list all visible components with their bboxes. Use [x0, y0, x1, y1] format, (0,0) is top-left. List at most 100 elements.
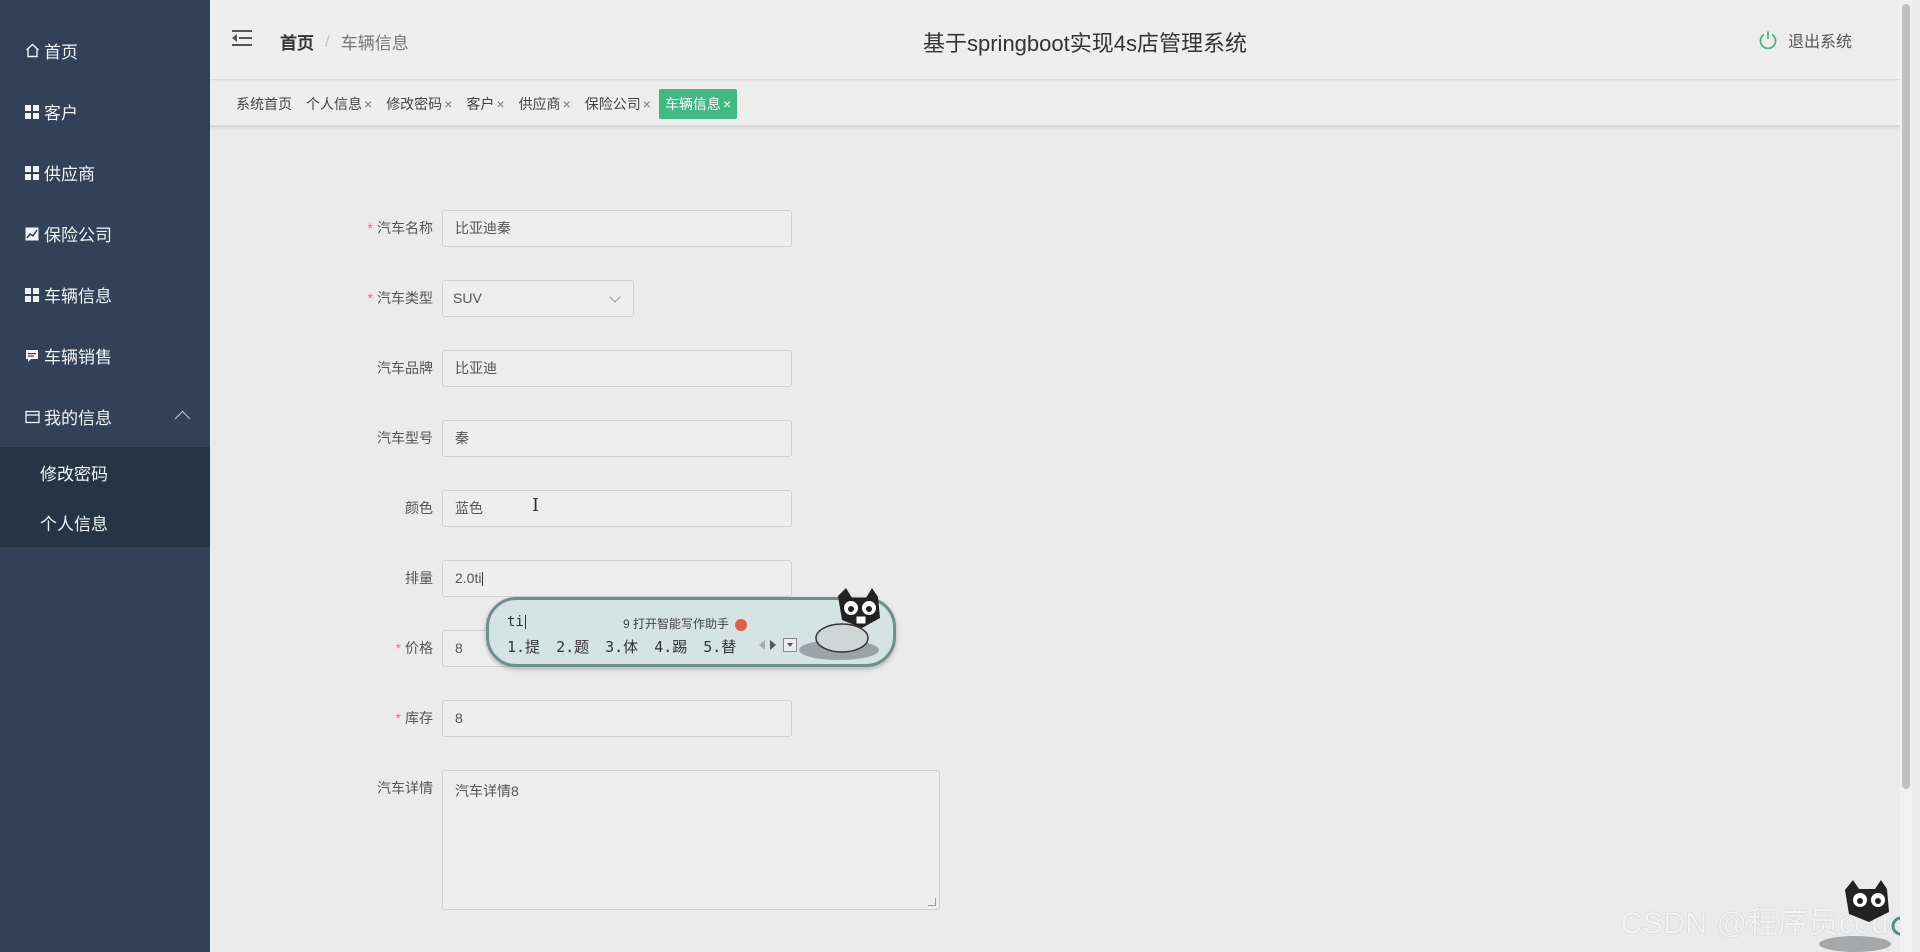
sidebar-subitem-label: 修改密码	[40, 464, 108, 484]
sidebar-item-label: 车辆信息	[44, 287, 112, 306]
sidebar-item-insurance[interactable]: 保险公司	[0, 203, 210, 264]
next-page-icon[interactable]	[769, 640, 777, 650]
field-label: 汽车品牌	[377, 360, 433, 376]
tab-label: 个人信息	[306, 96, 362, 112]
required-mark: *	[395, 640, 401, 656]
corner-mascot-icon	[1819, 880, 1910, 952]
car-details-value: 汽车详情8	[455, 783, 519, 799]
field-label: 价格	[405, 640, 433, 656]
tab-label: 系统首页	[236, 96, 292, 112]
prev-page-icon[interactable]	[758, 640, 766, 650]
required-mark: *	[367, 220, 373, 236]
ime-page-nav	[758, 638, 797, 652]
top-header: 首页 / 车辆信息 基于springboot实现4s店管理系统 退出系统	[210, 0, 1900, 80]
vertical-scrollbar[interactable]	[1900, 0, 1912, 952]
home-icon	[24, 43, 40, 59]
submenu-my-info: 修改密码 个人信息	[0, 447, 210, 547]
car-type-select[interactable]: SUV	[442, 280, 634, 317]
text-caret	[482, 572, 484, 587]
sidebar-subitem-profile[interactable]: 个人信息	[0, 497, 210, 547]
field-label: 颜色	[405, 500, 433, 516]
form-row-model: 汽车型号 秦	[210, 420, 792, 457]
sidebar-item-vehicles[interactable]: 车辆信息	[0, 264, 210, 325]
tab-label: 保险公司	[584, 96, 641, 112]
sidebar-item-label: 首页	[44, 43, 78, 62]
ime-candidates: 1.提 2.题 3.体 4.踢 5.替	[507, 636, 752, 657]
form-row-color: 颜色 蓝色	[210, 490, 792, 527]
close-icon[interactable]: ×	[723, 96, 731, 112]
assistant-icon	[735, 618, 748, 631]
car-name-input[interactable]: 比亚迪秦	[442, 210, 792, 247]
close-icon[interactable]: ×	[643, 96, 651, 112]
chart-icon	[24, 226, 40, 242]
tab-bar: 系统首页 个人信息 × 修改密码 × 客户 × 供应商 × 保险公司 × 车辆信…	[210, 81, 1900, 127]
tab-label: 修改密码	[386, 96, 443, 112]
text-cursor-icon: I	[532, 495, 540, 516]
ime-candidate[interactable]: 1.提	[507, 636, 540, 657]
sidebar-item-sales[interactable]: 车辆销售	[0, 325, 210, 386]
tab-system-home[interactable]: 系统首页	[230, 89, 298, 119]
sidebar: 首页 客户 供应商 保险公司 车辆信息 车辆销售 我的信息 修改密码 个人信息	[0, 0, 210, 952]
displacement-input[interactable]: 2.0ti	[442, 560, 792, 597]
form-row-type: * 汽车类型 SUV	[210, 280, 634, 317]
form-row-details: 汽车详情 汽车详情8	[210, 770, 940, 910]
field-label: 汽车型号	[377, 430, 433, 446]
tab-change-password[interactable]: 修改密码 ×	[380, 89, 458, 119]
chevron-down-icon	[609, 291, 621, 303]
required-mark: *	[367, 290, 373, 306]
close-icon[interactable]: ×	[496, 96, 504, 112]
sidebar-item-home[interactable]: 首页	[0, 20, 210, 81]
sidebar-item-suppliers[interactable]: 供应商	[0, 142, 210, 203]
ime-candidate[interactable]: 3.体	[605, 636, 638, 657]
field-label: 汽车详情	[377, 780, 433, 796]
app-title: 基于springboot实现4s店管理系统	[923, 31, 1247, 56]
field-label: 库存	[405, 710, 433, 726]
ime-candidate[interactable]: 5.替	[703, 636, 736, 657]
vehicle-form: * 汽车名称 比亚迪秦 * 汽车类型 SUV 汽车品牌 比亚迪 汽车型号 秦 颜色 …	[210, 130, 1900, 952]
chevron-up-icon	[174, 410, 191, 427]
close-icon[interactable]: ×	[444, 96, 452, 112]
tab-customers[interactable]: 客户 ×	[460, 89, 510, 119]
stock-input[interactable]: 8	[442, 700, 792, 737]
scrollbar-thumb[interactable]	[1902, 4, 1910, 789]
sidebar-item-customers[interactable]: 客户	[0, 81, 210, 142]
car-type-value: SUV	[453, 290, 482, 306]
logout-button[interactable]: 退出系统	[1758, 28, 1852, 52]
field-label: 汽车名称	[377, 220, 433, 236]
car-model-input[interactable]: 秦	[442, 420, 792, 457]
close-icon[interactable]: ×	[563, 96, 571, 112]
car-brand-input[interactable]: 比亚迪	[442, 350, 792, 387]
field-label: 汽车类型	[377, 290, 433, 306]
color-input[interactable]: 蓝色	[442, 490, 792, 527]
tab-profile[interactable]: 个人信息 ×	[300, 89, 378, 119]
resize-handle[interactable]	[928, 898, 936, 906]
grid-icon	[24, 104, 40, 120]
close-icon[interactable]: ×	[364, 96, 372, 112]
sidebar-item-label: 我的信息	[44, 409, 112, 428]
field-label: 排量	[405, 570, 433, 586]
sidebar-subitem-label: 个人信息	[40, 514, 108, 534]
grid-icon	[24, 165, 40, 181]
form-row-stock: * 库存 8	[210, 700, 792, 737]
ime-assistant-hint[interactable]: 9 打开智能写作助手	[623, 615, 748, 632]
tab-label: 客户	[466, 96, 495, 112]
form-row-brand: 汽车品牌 比亚迪	[210, 350, 792, 387]
sidebar-item-label: 保险公司	[44, 226, 112, 245]
card-icon	[24, 409, 40, 425]
tab-label: 供应商	[518, 96, 561, 112]
form-row-displacement: 排量 2.0ti	[210, 560, 792, 597]
sidebar-item-label: 车辆销售	[44, 348, 112, 367]
ime-candidate[interactable]: 4.踢	[654, 636, 687, 657]
ime-candidate[interactable]: 2.题	[556, 636, 589, 657]
tab-insurance[interactable]: 保险公司 ×	[579, 89, 657, 119]
car-details-textarea[interactable]: 汽车详情8	[442, 770, 940, 910]
sidebar-subitem-change-password[interactable]: 修改密码	[0, 447, 210, 497]
sidebar-item-my-info[interactable]: 我的信息	[0, 386, 210, 447]
power-icon	[1758, 30, 1778, 50]
ime-composition: ti	[507, 614, 526, 630]
sidebar-item-label: 客户	[44, 104, 78, 123]
grid-icon	[24, 287, 40, 303]
tab-suppliers[interactable]: 供应商 ×	[513, 89, 577, 119]
tab-label: 车辆信息	[664, 96, 721, 112]
tab-vehicles[interactable]: 车辆信息 ×	[658, 89, 738, 119]
